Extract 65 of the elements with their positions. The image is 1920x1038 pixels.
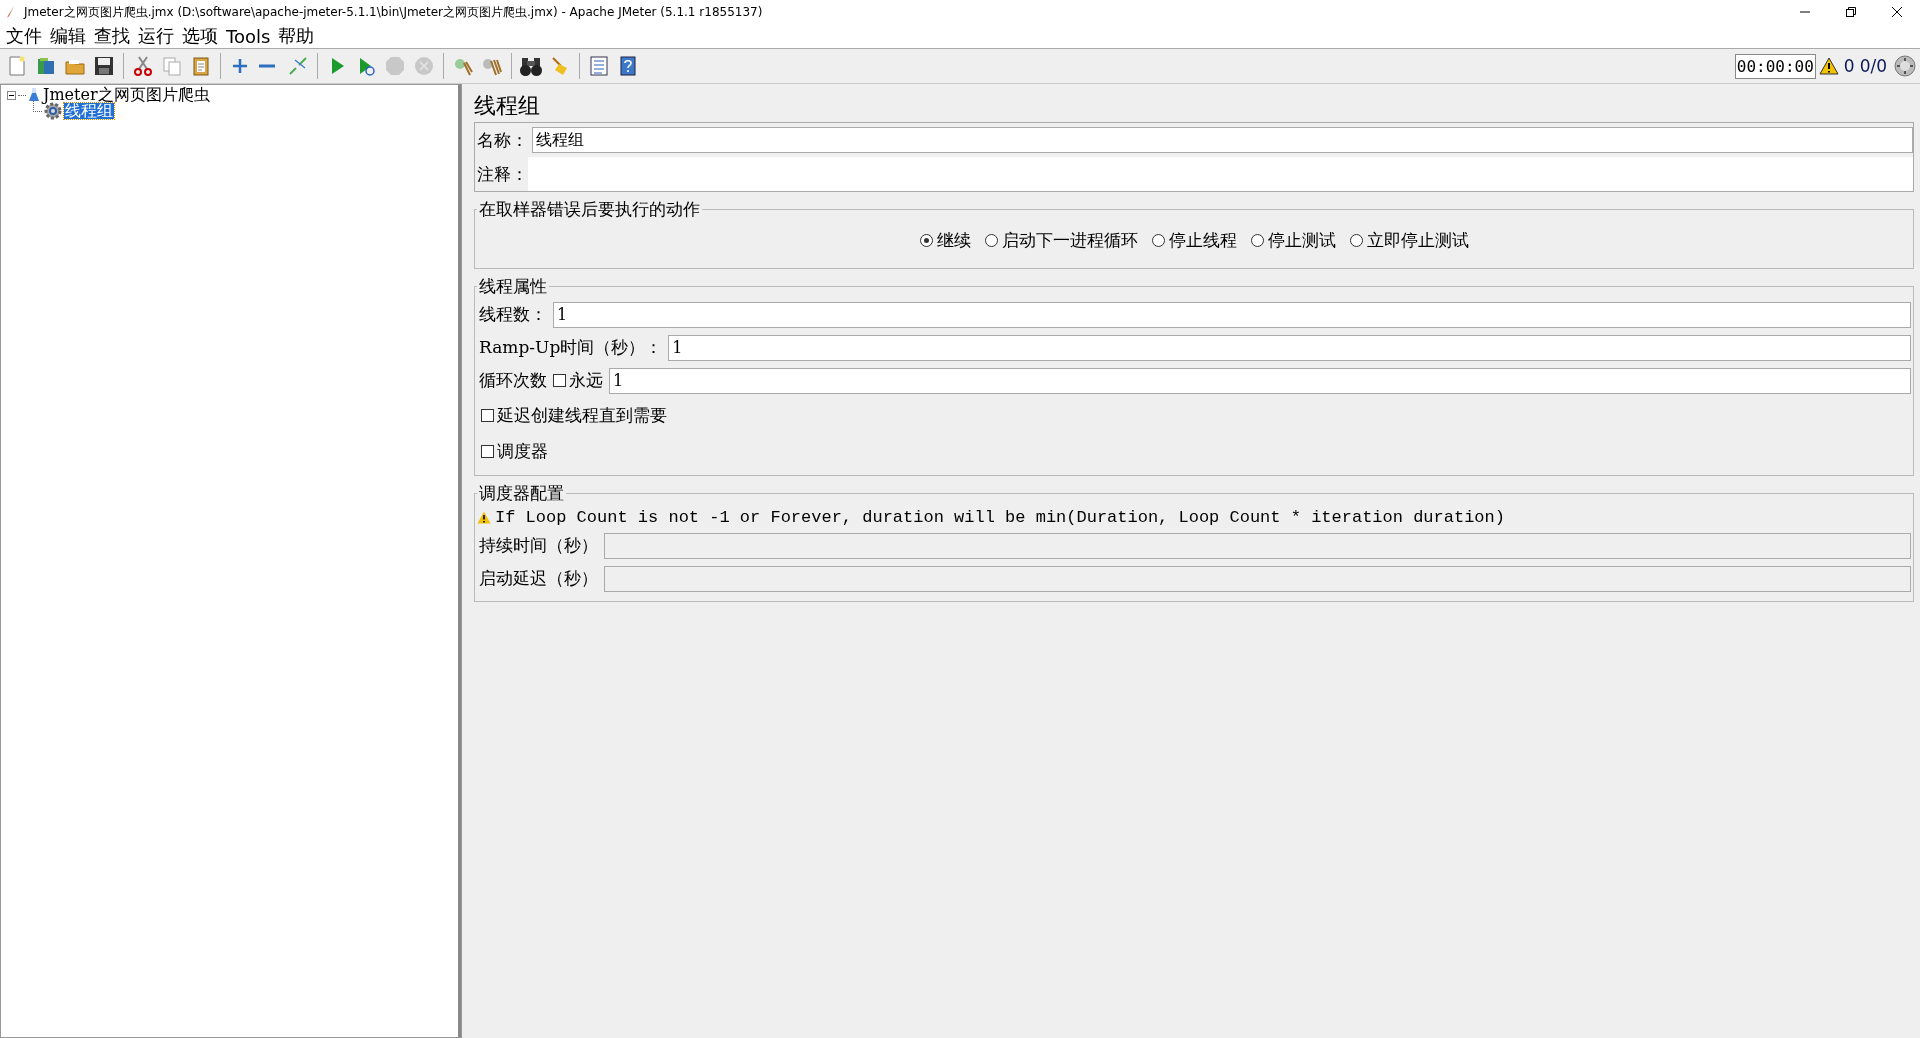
cross-circle-icon [413, 55, 435, 77]
thread-count-field[interactable]: 1 [553, 301, 1911, 328]
radio-button[interactable] [1250, 234, 1264, 247]
field-label: 名称： [476, 128, 528, 152]
help-icon [617, 55, 639, 77]
menu-item[interactable]: 文件 [2, 24, 46, 48]
radio-button[interactable] [919, 234, 933, 247]
checkbox[interactable] [553, 374, 566, 387]
books-icon [35, 55, 57, 77]
warning-icon [477, 510, 491, 524]
stop-icon [384, 55, 406, 77]
thread-count: 0/0 [1859, 56, 1887, 76]
close-icon [1891, 6, 1903, 18]
gear-icon [44, 102, 62, 120]
radio-button[interactable] [1151, 234, 1165, 247]
checkbox[interactable] [481, 408, 494, 422]
scissors-icon [132, 55, 154, 77]
field-label: 持续时间（秒） [478, 534, 598, 557]
tree-item[interactable]: Jmeter之网页图片爬虫 [42, 87, 211, 103]
checkbox-label[interactable]: 延迟创建线程直到需要 [497, 403, 667, 427]
minus-icon [258, 63, 276, 69]
ramp-up-field[interactable]: 1 [668, 334, 1911, 361]
field-label: Ramp-Up时间（秒）： [478, 336, 663, 359]
checkbox-label[interactable]: 调度器 [497, 439, 548, 463]
loop-count-field[interactable]: 1 [609, 367, 1911, 394]
field-label: 注释： [475, 157, 528, 191]
radio-label[interactable]: 停止线程 [1168, 229, 1237, 252]
clipboard-icon [190, 55, 212, 77]
field-label: 循环次数 [478, 369, 547, 392]
name-field[interactable]: 线程组 [532, 127, 1913, 153]
checkbox-label[interactable]: 永远 [569, 369, 603, 392]
radio-button[interactable] [1349, 234, 1363, 247]
collapse-toggle-icon[interactable] [7, 90, 16, 100]
warning-message: If Loop Count is not -1 or Forever, duration will be min(Duration, Loop Count * iteration duration) [495, 507, 1505, 527]
elapsed-time-field: 00:00:00 [1734, 53, 1816, 79]
menu-item[interactable]: 查找 [90, 24, 134, 48]
radio-button[interactable] [984, 234, 998, 247]
warning-icon [1818, 57, 1839, 75]
radio-label[interactable]: 立即停止测试 [1366, 229, 1469, 252]
field-label: 启动延迟（秒） [478, 567, 598, 590]
radio-label[interactable]: 停止测试 [1267, 229, 1336, 252]
remote-status-icon [1894, 55, 1916, 77]
radio-label[interactable]: 启动下一进程循环 [1001, 229, 1138, 252]
group-title: 线程属性 [478, 275, 548, 298]
group-title: 调度器配置 [478, 482, 565, 505]
menu-item[interactable]: 运行 [134, 24, 178, 48]
restore-icon [1845, 6, 1857, 18]
radio-label[interactable]: 继续 [936, 229, 971, 252]
panel-title: 线程组 [474, 92, 541, 120]
copy-icon [161, 55, 183, 77]
binoculars-icon [520, 55, 542, 77]
list-icon [588, 55, 610, 77]
checkbox[interactable] [481, 444, 494, 458]
tree-item[interactable]: 线程组 [64, 103, 114, 119]
error-count: 0 [1843, 56, 1855, 76]
group-title: 在取样器错误后要执行的动作 [478, 198, 701, 221]
window-title: Jmeter之网页图片爬虫.jmx (D:\software\apache-jmeter-5.1.1\bin\Jmeter之网页图片爬虫.jmx) - Apache JMeter (5.1.1 r1855137) [24, 3, 763, 21]
field-label: 线程数： [478, 303, 547, 326]
feather-icon [6, 5, 16, 19]
document-icon [6, 55, 28, 77]
flask-icon [28, 87, 40, 103]
menu-item[interactable]: 帮助 [274, 24, 319, 48]
menu-item[interactable]: 选项 [178, 24, 222, 48]
menu-item[interactable]: Tools [222, 25, 275, 47]
menu-item[interactable]: 编辑 [46, 24, 90, 48]
